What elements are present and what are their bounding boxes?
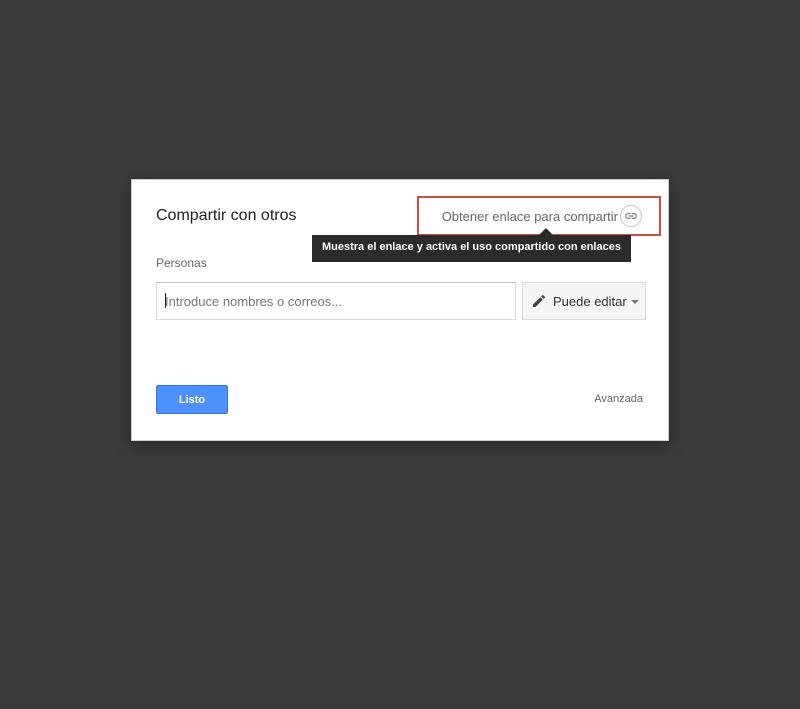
done-button[interactable]: Listo (156, 385, 228, 414)
permission-dropdown[interactable]: Puede editar (522, 282, 646, 320)
tooltip-arrow (539, 228, 553, 235)
people-section-label: Personas (156, 256, 207, 270)
text-caret (165, 293, 166, 308)
permission-label: Puede editar (553, 293, 627, 309)
pencil-icon (531, 293, 547, 309)
chevron-down-icon (630, 300, 639, 304)
link-icon[interactable] (620, 205, 642, 227)
get-shareable-link-button[interactable]: Obtener enlace para compartir (442, 205, 642, 227)
tooltip: Muestra el enlace y activa el uso compar… (312, 235, 631, 262)
share-dialog: Compartir con otros Obtener enlace para … (131, 179, 669, 441)
people-input[interactable] (156, 282, 516, 320)
dialog-title: Compartir con otros (156, 207, 297, 224)
get-link-label: Obtener enlace para compartir (441, 208, 618, 224)
advanced-link[interactable]: Avanzada (594, 393, 643, 405)
